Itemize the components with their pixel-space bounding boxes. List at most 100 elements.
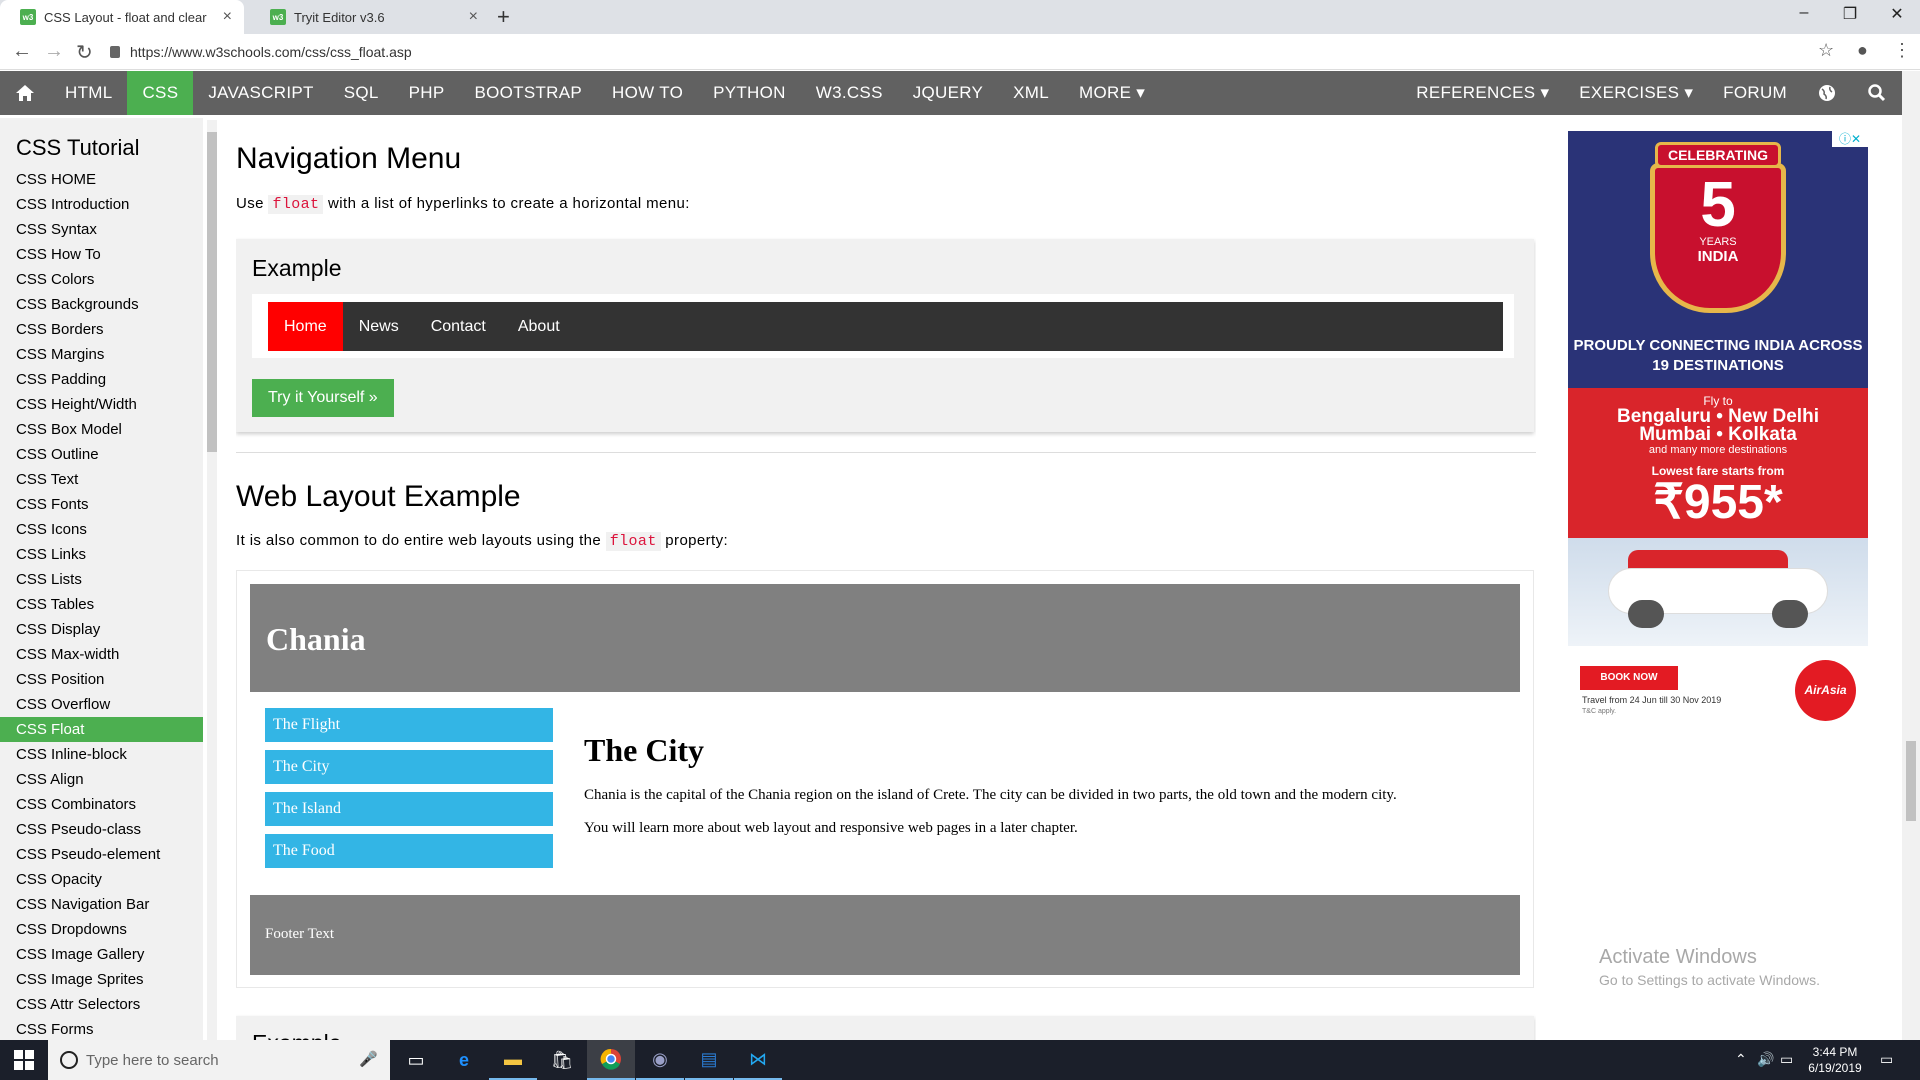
topnav-bootstrap[interactable]: BOOTSTRAP — [459, 71, 597, 115]
topnav-forum[interactable]: FORUM — [1708, 71, 1802, 115]
sidebar-item-css-links[interactable]: CSS Links — [0, 542, 203, 567]
browser-menu-icon[interactable]: ⋮ — [1893, 40, 1911, 61]
topnav-references[interactable]: REFERENCES ▾ — [1401, 71, 1564, 115]
topnav-exercises[interactable]: EXERCISES ▾ — [1564, 71, 1708, 115]
sidebar-item-css-how-to[interactable]: CSS How To — [0, 242, 203, 267]
sidebar-item-css-text[interactable]: CSS Text — [0, 467, 203, 492]
airasia-advertisement[interactable]: CELEBRATING 5 YEARS INDIA PROUDLY CONNEC… — [1568, 131, 1868, 723]
sidebar-item-css-image-sprites[interactable]: CSS Image Sprites — [0, 967, 203, 992]
sidebar-item-css-attr-selectors[interactable]: CSS Attr Selectors — [0, 992, 203, 1017]
sidebar-item-css-inline-block[interactable]: CSS Inline-block — [0, 742, 203, 767]
topnav-css[interactable]: CSS — [127, 71, 194, 115]
vscode-icon[interactable]: ⋈ — [734, 1040, 782, 1080]
file-explorer-icon[interactable]: ▬ — [489, 1040, 537, 1080]
try-it-yourself-button[interactable]: Try it Yourself » — [252, 379, 394, 417]
edge-icon[interactable]: e — [440, 1040, 488, 1080]
demo-menu-home[interactable]: Home — [268, 302, 343, 351]
minimize-button[interactable]: – — [1789, 4, 1819, 22]
sidebar-item-css-syntax[interactable]: CSS Syntax — [0, 217, 203, 242]
back-arrow-icon[interactable]: ← — [12, 40, 32, 63]
sidebar-item-css-dropdowns[interactable]: CSS Dropdowns — [0, 917, 203, 942]
topnav-w3css[interactable]: W3.CSS — [801, 71, 898, 115]
sidebar-item-css-icons[interactable]: CSS Icons — [0, 517, 203, 542]
page-scrollbar[interactable] — [1902, 71, 1920, 1040]
sidebar-item-css-lists[interactable]: CSS Lists — [0, 567, 203, 592]
taskbar-search-box[interactable]: Type here to search 🎤 — [48, 1040, 390, 1080]
page-scroll-thumb[interactable] — [1906, 741, 1916, 821]
home-icon[interactable] — [0, 71, 50, 115]
profile-icon[interactable]: ● — [1857, 40, 1868, 61]
new-tab-button[interactable]: + — [497, 4, 510, 30]
book-now-button[interactable]: BOOK NOW — [1580, 666, 1678, 690]
sidebar-item-css-position[interactable]: CSS Position — [0, 667, 203, 692]
demo-menu-about[interactable]: About — [502, 302, 576, 351]
bookmark-star-icon[interactable]: ☆ — [1818, 40, 1834, 61]
sidebar-item-css-margins[interactable]: CSS Margins — [0, 342, 203, 367]
sidebar-item-css-backgrounds[interactable]: CSS Backgrounds — [0, 292, 203, 317]
sidebar-item-css-float[interactable]: CSS Float — [0, 717, 203, 742]
word-icon[interactable]: ▤ — [685, 1040, 733, 1080]
sidebar-item-css-padding[interactable]: CSS Padding — [0, 367, 203, 392]
microphone-icon[interactable]: 🎤 — [359, 1050, 378, 1068]
layout-menu-item[interactable]: The City — [265, 750, 553, 784]
topnav-php[interactable]: PHP — [394, 71, 460, 115]
close-window-button[interactable]: ✕ — [1882, 4, 1912, 24]
sidebar-scrollbar[interactable] — [207, 120, 217, 1040]
demo-menu-contact[interactable]: Contact — [415, 302, 502, 351]
sidebar-item-css-pseudo-element[interactable]: CSS Pseudo-element — [0, 842, 203, 867]
sidebar-item-css-box-model[interactable]: CSS Box Model — [0, 417, 203, 442]
ad-choices-icon[interactable]: ⓘ✕ — [1832, 131, 1868, 147]
search-icon[interactable] — [1852, 71, 1902, 115]
sidebar-item-css-height-width[interactable]: CSS Height/Width — [0, 392, 203, 417]
restore-button[interactable]: ❐ — [1835, 4, 1865, 24]
topnav-python[interactable]: PYTHON — [698, 71, 801, 115]
task-view-icon[interactable]: ▭ — [392, 1040, 440, 1080]
url-field[interactable]: https://www.w3schools.com/css/css_float.… — [110, 38, 1810, 66]
sidebar-item-css-fonts[interactable]: CSS Fonts — [0, 492, 203, 517]
sidebar-item-css-display[interactable]: CSS Display — [0, 617, 203, 642]
topnav-how-to[interactable]: HOW TO — [597, 71, 698, 115]
sidebar-item-css-combinators[interactable]: CSS Combinators — [0, 792, 203, 817]
close-tab-icon[interactable]: × — [223, 8, 232, 26]
layout-menu-item[interactable]: The Flight — [265, 708, 553, 742]
reload-icon[interactable]: ↻ — [76, 40, 93, 65]
sidebar-item-css-forms[interactable]: CSS Forms — [0, 1017, 203, 1040]
sidebar-item-css-opacity[interactable]: CSS Opacity — [0, 867, 203, 892]
sidebar-item-css-max-width[interactable]: CSS Max-width — [0, 642, 203, 667]
topnav-jquery[interactable]: JQUERY — [898, 71, 998, 115]
sidebar-item-css-borders[interactable]: CSS Borders — [0, 317, 203, 342]
sidebar-item-css-colors[interactable]: CSS Colors — [0, 267, 203, 292]
app-icon[interactable]: ◉ — [636, 1040, 684, 1080]
topnav-xml[interactable]: XML — [998, 71, 1064, 115]
tray-chevron-icon[interactable]: ⌃ — [1735, 1051, 1747, 1068]
topnav-javascript[interactable]: JAVASCRIPT — [193, 71, 328, 115]
volume-icon[interactable]: 🔊 — [1757, 1051, 1774, 1068]
sidebar-item-css-introduction[interactable]: CSS Introduction — [0, 192, 203, 217]
sidebar-item-css-pseudo-class[interactable]: CSS Pseudo-class — [0, 817, 203, 842]
close-tab-icon[interactable]: × — [469, 8, 478, 26]
sidebar-item-css-navigation-bar[interactable]: CSS Navigation Bar — [0, 892, 203, 917]
forward-arrow-icon[interactable]: → — [44, 40, 64, 63]
network-icon[interactable]: ▭ — [1780, 1051, 1793, 1068]
sidebar-item-css-align[interactable]: CSS Align — [0, 767, 203, 792]
globe-icon[interactable] — [1802, 71, 1852, 115]
sidebar-item-css-overflow[interactable]: CSS Overflow — [0, 692, 203, 717]
topnav-sql[interactable]: SQL — [329, 71, 394, 115]
chrome-icon[interactable] — [587, 1040, 635, 1080]
sidebar-scroll-thumb[interactable] — [207, 132, 217, 452]
topnav-more[interactable]: MORE ▾ — [1064, 71, 1160, 115]
notification-icon[interactable]: ▭ — [1880, 1051, 1893, 1068]
store-icon[interactable]: 🛍 — [538, 1040, 586, 1080]
layout-menu-item[interactable]: The Food — [265, 834, 553, 868]
browser-tab-tryit[interactable]: w3 Tryit Editor v3.6 × — [250, 0, 490, 34]
sidebar-item-css-image-gallery[interactable]: CSS Image Gallery — [0, 942, 203, 967]
sidebar-item-css-tables[interactable]: CSS Tables — [0, 592, 203, 617]
browser-tab-css-layout[interactable]: w3 CSS Layout - float and clear × — [0, 0, 244, 34]
demo-menu-news[interactable]: News — [343, 302, 415, 351]
sidebar-item-css-outline[interactable]: CSS Outline — [0, 442, 203, 467]
sidebar-item-css-home[interactable]: CSS HOME — [0, 167, 203, 192]
taskbar-clock[interactable]: 3:44 PM 6/19/2019 — [1795, 1044, 1875, 1076]
topnav-html[interactable]: HTML — [50, 71, 127, 115]
layout-menu-item[interactable]: The Island — [265, 792, 553, 826]
windows-start-icon[interactable] — [14, 1050, 34, 1070]
